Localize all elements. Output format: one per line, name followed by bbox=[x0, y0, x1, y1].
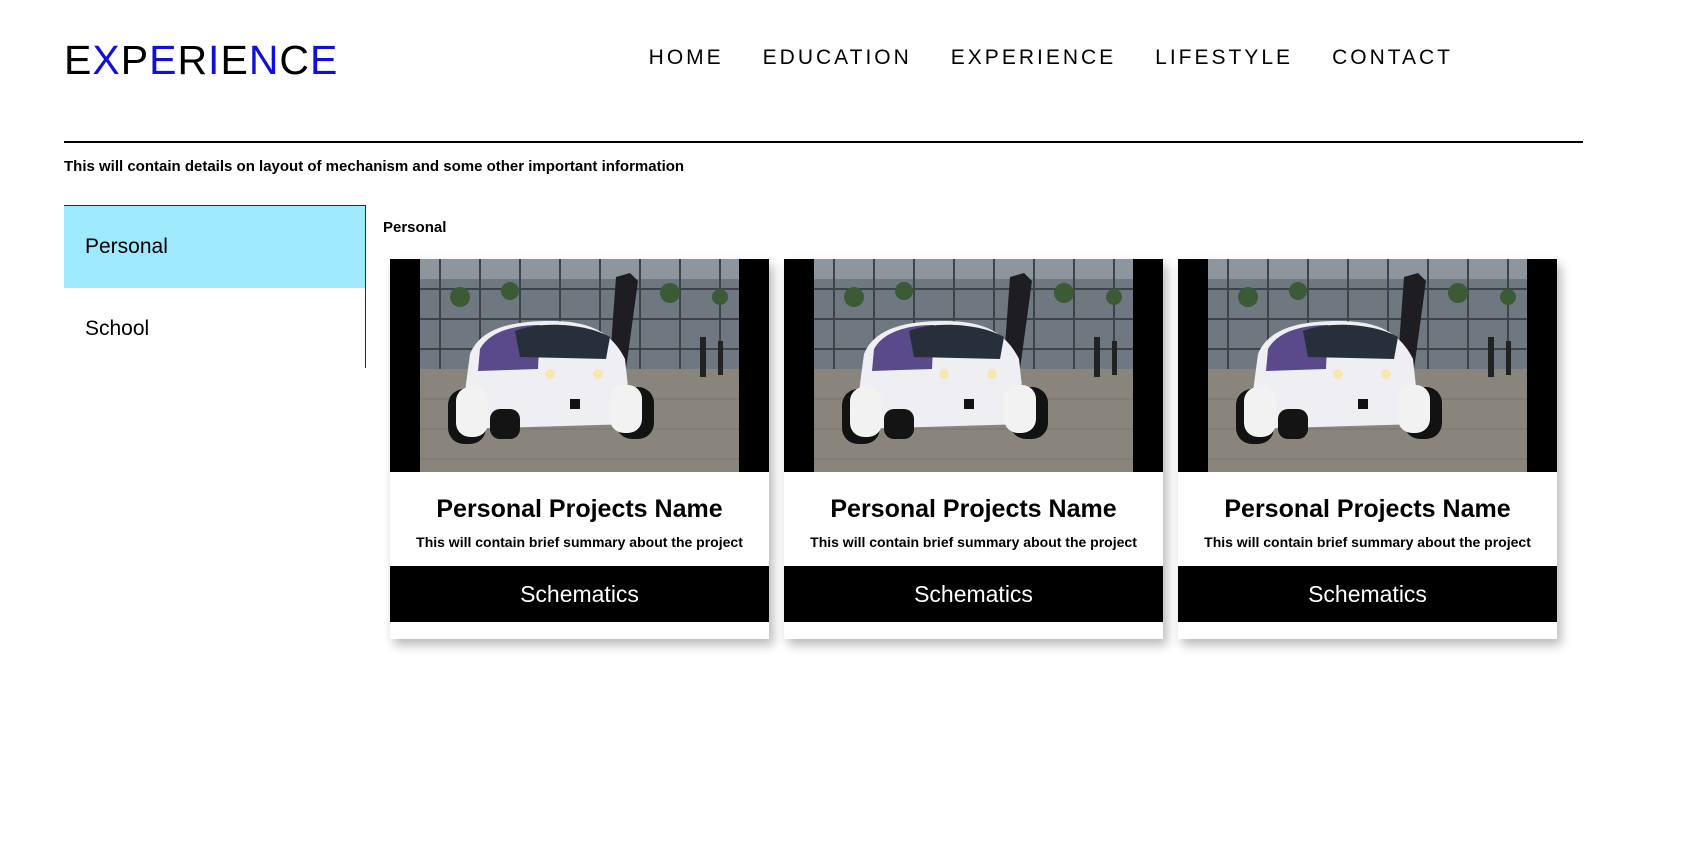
project-title: Personal Projects Name bbox=[436, 495, 723, 523]
logo-letter: E bbox=[310, 37, 339, 83]
project-title: Personal Projects Name bbox=[830, 495, 1117, 523]
site-logo[interactable]: EXPERIENCE bbox=[64, 36, 338, 84]
logo-letter: E bbox=[149, 37, 178, 83]
sidebar-item-school[interactable]: School bbox=[64, 288, 365, 370]
project-card: Personal Projects Name This will contain… bbox=[390, 259, 769, 639]
project-card: Personal Projects Name This will contain… bbox=[784, 259, 1163, 639]
car-photo-image bbox=[1208, 259, 1527, 472]
nav-home[interactable]: HOME bbox=[649, 46, 724, 70]
sidebar-item-personal[interactable]: Personal bbox=[64, 206, 365, 288]
nav-education[interactable]: EDUCATION bbox=[763, 46, 912, 70]
car-photo-image bbox=[814, 259, 1133, 472]
project-title: Personal Projects Name bbox=[1224, 495, 1511, 523]
section-title: Personal bbox=[383, 219, 447, 236]
schematics-button[interactable]: Schematics bbox=[390, 566, 769, 622]
logo-letter: C bbox=[279, 37, 311, 83]
sidebar-item-label: Personal bbox=[85, 235, 168, 258]
project-photo bbox=[390, 259, 769, 472]
nav-contact[interactable]: CONTACT bbox=[1332, 46, 1453, 70]
logo-letter: R bbox=[177, 37, 209, 83]
logo-letter: E bbox=[220, 37, 249, 83]
project-photo bbox=[1178, 259, 1557, 472]
car-photo-image bbox=[420, 259, 739, 472]
schematics-button[interactable]: Schematics bbox=[1178, 566, 1557, 622]
main-nav: HOME EDUCATION EXPERIENCE LIFESTYLE CONT… bbox=[649, 46, 1453, 70]
header-divider bbox=[64, 141, 1583, 143]
logo-letter: X bbox=[92, 37, 121, 83]
project-photo bbox=[784, 259, 1163, 472]
project-summary: This will contain brief summary about th… bbox=[1204, 534, 1531, 550]
nav-experience[interactable]: EXPERIENCE bbox=[951, 46, 1116, 70]
category-sidebar: Personal School bbox=[64, 205, 366, 368]
project-summary: This will contain brief summary about th… bbox=[810, 534, 1137, 550]
sidebar-item-label: School bbox=[85, 317, 150, 340]
nav-lifestyle[interactable]: LIFESTYLE bbox=[1155, 46, 1293, 70]
schematics-button[interactable]: Schematics bbox=[784, 566, 1163, 622]
project-summary: This will contain brief summary about th… bbox=[416, 534, 743, 550]
logo-letter: I bbox=[208, 37, 221, 83]
logo-letter: N bbox=[248, 37, 280, 83]
logo-letter: P bbox=[120, 37, 150, 83]
project-cards: Personal Projects Name This will contain… bbox=[390, 259, 1557, 639]
logo-letter: E bbox=[64, 37, 93, 83]
project-card: Personal Projects Name This will contain… bbox=[1178, 259, 1557, 639]
intro-text: This will contain details on layout of m… bbox=[64, 158, 685, 175]
